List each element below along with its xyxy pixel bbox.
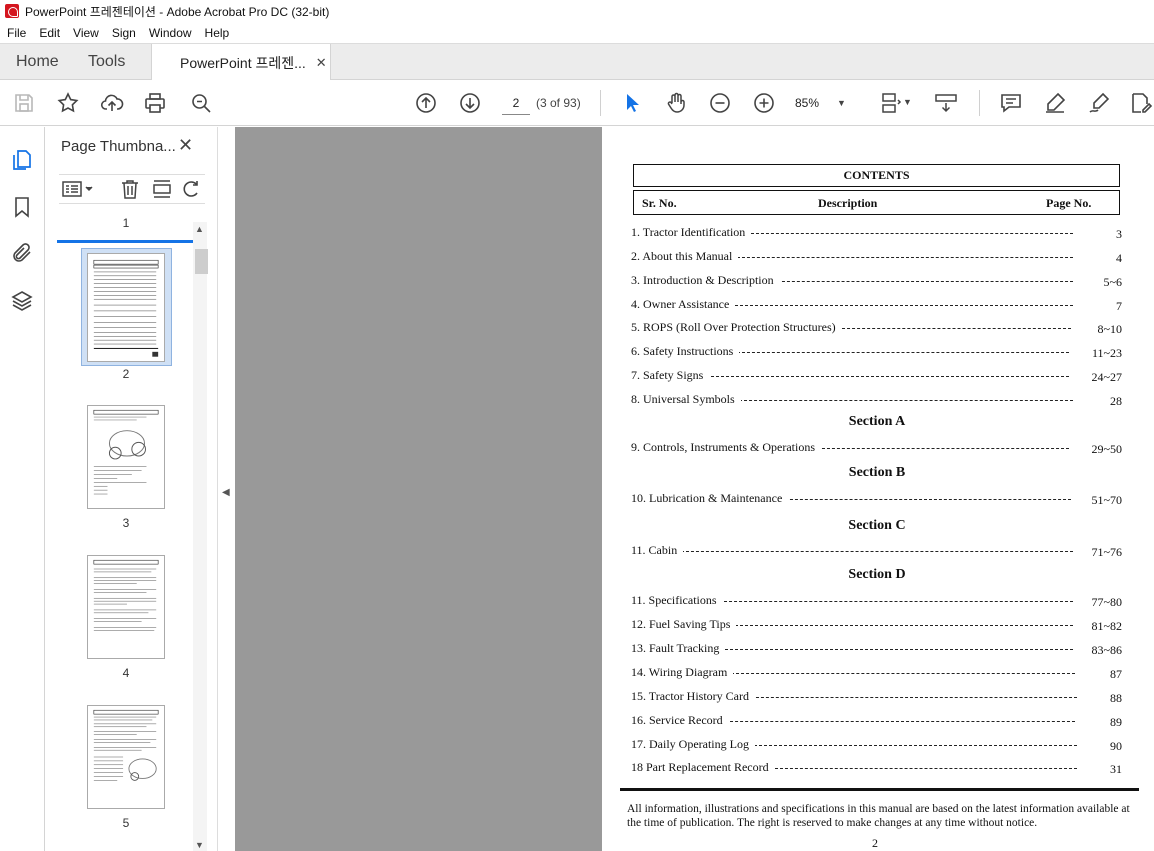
fit-dropdown-chevron-icon[interactable]: ▼ — [903, 97, 912, 107]
thumbnail-panel-title: Page Thumbna... — [61, 138, 176, 155]
section-heading-d: Section D — [848, 567, 906, 582]
header-sr-no: Sr. No. — [642, 196, 677, 210]
zoom-dropdown[interactable]: 85% ▼ — [795, 92, 859, 114]
fit-page-icon[interactable] — [878, 90, 904, 116]
tab-tools[interactable]: Tools — [88, 44, 125, 80]
page-count-label: (3 of 93) — [536, 96, 581, 110]
toc-entry: 3. Introduction & Description 5~6 — [631, 273, 1122, 289]
toc-entry: 12. Fuel Saving Tips 81~82 — [631, 617, 1122, 633]
section-heading-b: Section B — [848, 465, 906, 480]
thumbnail-panel: Page Thumbna... ✕ 1 2 3 4 5 ▲ ▼ — [45, 127, 217, 851]
bookmark-icon[interactable] — [9, 194, 35, 220]
scroll-up-icon[interactable]: ▲ — [195, 224, 204, 234]
thumbnail-page-5[interactable] — [87, 705, 165, 809]
menu-sign[interactable]: Sign — [112, 26, 136, 40]
toc-entry: 18 Part Replacement Record 31 — [631, 760, 1122, 776]
select-cursor-icon[interactable] — [619, 90, 645, 116]
toc-entry: 1. Tractor Identification 3 — [631, 225, 1122, 241]
layers-icon[interactable] — [9, 288, 35, 314]
thumbnail-label-1: 1 — [122, 216, 130, 230]
extract-page-icon[interactable] — [151, 178, 173, 200]
highlight-icon[interactable] — [1042, 90, 1068, 116]
zoom-out-icon[interactable] — [707, 90, 733, 116]
toc-entry: 11. Cabin 71~76 — [631, 543, 1122, 559]
page-number-input[interactable] — [502, 91, 530, 115]
toc-entry: 15. Tractor History Card 88 — [631, 689, 1122, 705]
page-divider — [620, 788, 1139, 791]
title-bar: PowerPoint 프레젠테이션 - Adobe Acrobat Pro DC… — [0, 0, 1154, 22]
zoom-in-icon[interactable] — [751, 90, 777, 116]
left-rail — [0, 127, 45, 851]
toc-entry: 14. Wiring Diagram 87 — [631, 665, 1122, 681]
menu-bar: File Edit View Sign Window Help — [0, 22, 1154, 43]
toc-entry: 17. Daily Operating Log 90 — [631, 737, 1122, 753]
close-panel-icon[interactable]: ✕ — [178, 135, 193, 156]
toc-entry: 10. Lubrication & Maintenance 51~70 — [631, 491, 1122, 507]
page-down-icon[interactable] — [457, 90, 483, 116]
toc-entry: 9. Controls, Instruments & Operations 29~… — [631, 440, 1122, 456]
toc-entry: 6. Safety Instructions 11~23 — [631, 344, 1122, 360]
chevron-down-icon: ▼ — [837, 98, 846, 108]
toc-entry: 16. Service Record 89 — [631, 713, 1122, 729]
acrobat-app-icon — [5, 4, 19, 18]
menu-window[interactable]: Window — [149, 26, 192, 40]
toc-entry: 7. Safety Signs 24~27 — [631, 368, 1122, 384]
print-icon[interactable] — [142, 90, 168, 116]
active-page-indicator — [57, 240, 193, 243]
tab-bar: Home Tools PowerPoint 프레젠... ✕ — [0, 43, 1154, 81]
page-thumbnails-icon[interactable] — [9, 147, 35, 173]
options-menu-icon[interactable] — [61, 178, 95, 200]
header-page-no: Page No. — [1046, 196, 1092, 210]
toc-entry: 8. Universal Symbols 28 — [631, 392, 1122, 408]
close-tab-icon[interactable]: ✕ — [316, 55, 327, 71]
thumbnail-label-2: 2 — [122, 367, 130, 381]
edit-pdf-icon[interactable] — [1128, 90, 1154, 116]
panel-splitter[interactable]: ◀ — [217, 127, 235, 851]
thumbnail-page-2[interactable] — [87, 253, 165, 362]
footer-disclaimer: All information, illustrations and speci… — [627, 803, 1130, 829]
menu-view[interactable]: View — [73, 26, 99, 40]
toc-header-row: Sr. No. Description Page No. — [633, 190, 1120, 215]
upload-icon[interactable] — [99, 90, 125, 116]
collapse-panel-icon[interactable]: ◀ — [222, 487, 230, 498]
menu-edit[interactable]: Edit — [39, 26, 60, 40]
header-description: Description — [818, 196, 878, 210]
page-number: 2 — [872, 836, 878, 850]
toc-entry: 4. Owner Assistance 7 — [631, 297, 1122, 313]
thumbnail-scrollbar-thumb[interactable] — [195, 249, 208, 274]
thumbnail-page-3[interactable] — [87, 405, 165, 509]
section-heading-c: Section C — [848, 518, 906, 533]
toc-entry: 11. Specifications 77~80 — [631, 593, 1122, 609]
thumbnail-page-4[interactable] — [87, 555, 165, 659]
thumbnail-label-3: 3 — [122, 516, 130, 530]
contents-heading: CONTENTS — [633, 164, 1120, 187]
tab-document[interactable]: PowerPoint 프레젠... ✕ — [151, 44, 331, 81]
section-heading-a: Section A — [848, 414, 906, 429]
zoom-search-icon[interactable] — [188, 90, 214, 116]
thumbnail-label-4: 4 — [122, 666, 130, 680]
thumbnail-scrollbar[interactable] — [193, 222, 207, 851]
attachment-icon[interactable] — [9, 240, 35, 266]
rotate-icon[interactable] — [181, 178, 203, 200]
star-icon[interactable] — [55, 90, 81, 116]
toc-entry: 13. Fault Tracking 83~86 — [631, 641, 1122, 657]
tab-document-label: PowerPoint 프레젠... — [180, 54, 306, 71]
menu-file[interactable]: File — [7, 26, 26, 40]
comment-icon[interactable] — [998, 90, 1024, 116]
thumbnail-toolbar — [59, 174, 205, 204]
hand-icon[interactable] — [663, 90, 689, 116]
menu-help[interactable]: Help — [205, 26, 230, 40]
page-up-icon[interactable] — [413, 90, 439, 116]
toc-entry: 2. About this Manual 4 — [631, 249, 1122, 265]
toc-entry: 5. ROPS (Roll Over Protection Structures… — [631, 320, 1122, 336]
scroll-mode-icon[interactable] — [933, 90, 959, 116]
save-icon[interactable] — [11, 90, 37, 116]
thumbnail-label-5: 5 — [122, 816, 130, 830]
tab-home[interactable]: Home — [16, 44, 59, 80]
scroll-down-icon[interactable]: ▼ — [195, 840, 204, 850]
zoom-value: 85% — [795, 96, 820, 110]
sign-icon[interactable] — [1086, 90, 1112, 116]
delete-icon[interactable] — [119, 178, 141, 200]
window-title: PowerPoint 프레젠테이션 - Adobe Acrobat Pro DC… — [25, 4, 330, 19]
